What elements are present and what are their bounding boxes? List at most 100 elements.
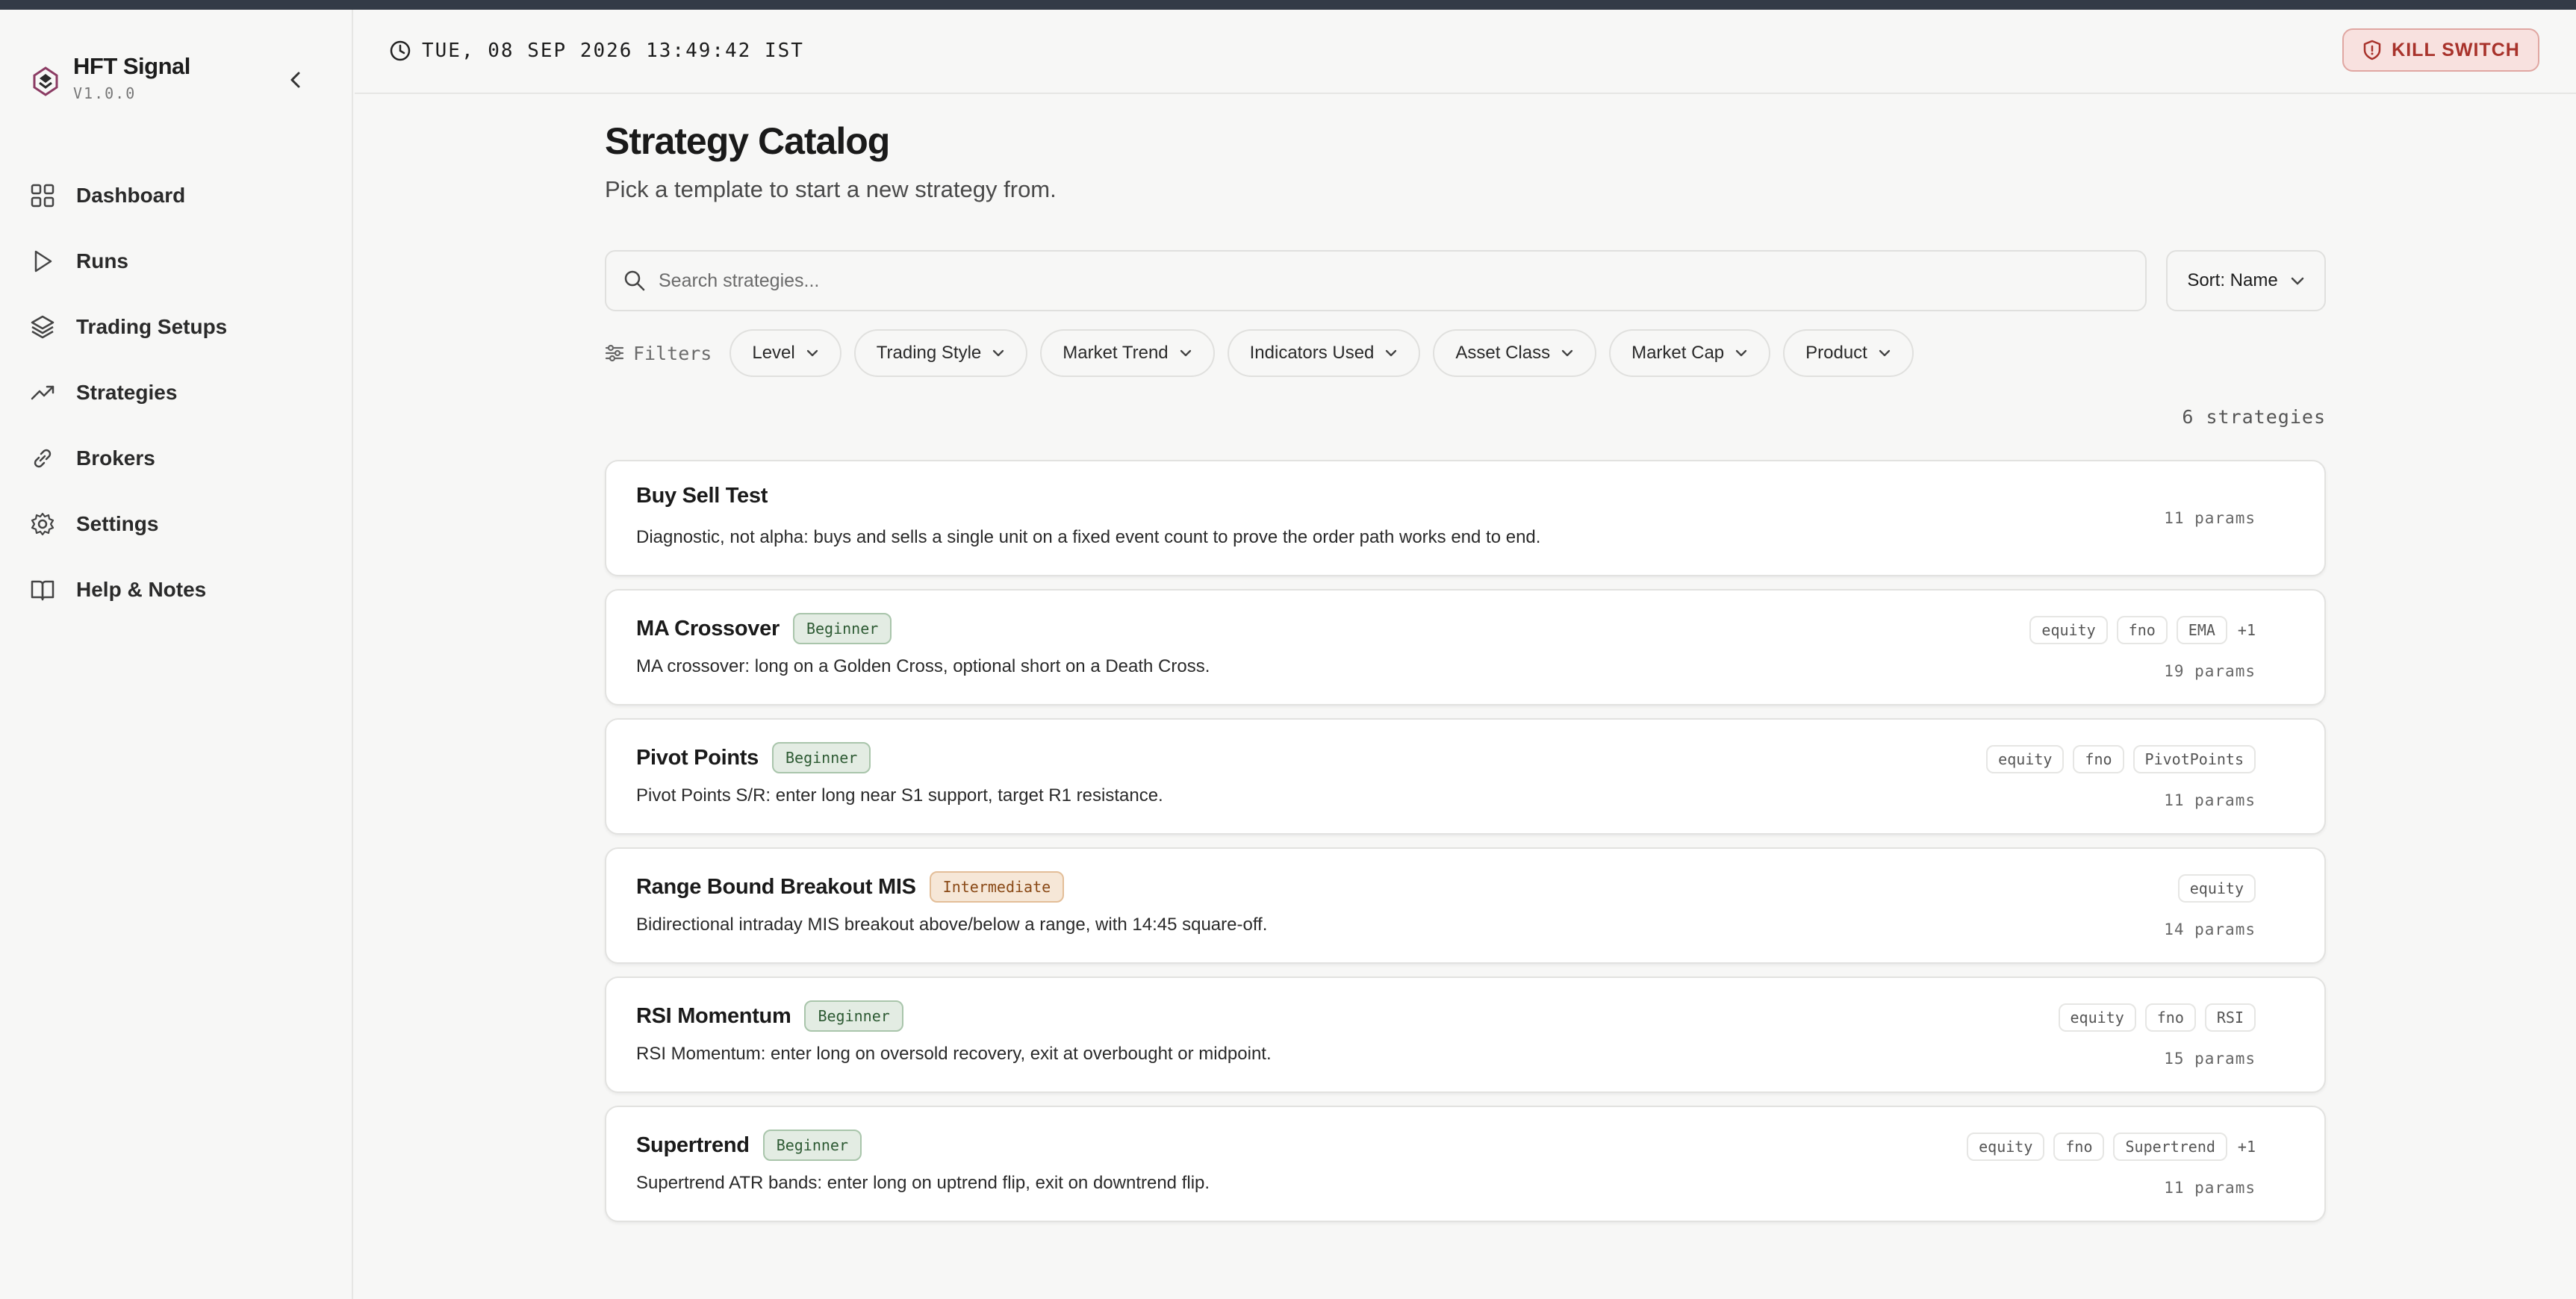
chevron-down-icon [1879,349,1891,357]
main-content: Strategy Catalog Pick a template to star… [605,119,2326,1222]
sidebar-item-label: Settings [76,512,159,535]
chevron-down-icon [2291,277,2303,285]
strategy-name: MA Crossover [636,616,780,641]
sidebar-item-dashboard[interactable]: Dashboard [30,163,329,228]
shield-alert-icon [2363,40,2381,60]
top-header: TUE, 08 SEP 2026 13:49:42 IST KILL SWITC… [355,10,2576,94]
tag: RSI [2204,1003,2256,1032]
sidebar: HFT Signal V1.0.0 Dashboard Runs Trading… [0,10,353,1299]
card-title-row: Pivot Points Beginner [636,742,871,773]
sidebar-item-label: Strategies [76,381,178,404]
clock-icon [390,40,411,61]
tag: fno [2144,1003,2196,1032]
sidebar-nav: Dashboard Runs Trading Setups Strategies [30,163,329,623]
collapse-sidebar-button[interactable] [284,68,308,92]
level-badge: Beginner [804,1000,903,1032]
level-badge: Beginner [771,742,871,773]
tag: fno [2053,1133,2105,1161]
filter-chip-level[interactable]: Level [729,329,841,377]
book-icon [31,580,55,601]
sort-label: Sort: Name [2187,270,2278,290]
filters-label-text: Filters [633,342,712,364]
filter-chip-asset-class[interactable]: Asset Class [1433,329,1597,377]
chevron-left-icon [290,72,300,88]
strategy-params: 11 params [2164,1179,2256,1197]
strategy-params: 11 params [2164,791,2256,809]
strategy-params: 15 params [2164,1050,2256,1068]
filter-chip-label: Market Trend [1063,343,1169,363]
page-title: Strategy Catalog [605,120,890,162]
sort-dropdown[interactable]: Sort: Name [2166,250,2326,311]
level-badge: Intermediate [929,871,1065,903]
filter-chip-market-trend[interactable]: Market Trend [1040,329,1215,377]
strategy-description: Pivot Points S/R: enter long near S1 sup… [636,785,1163,806]
tag: fno [2116,616,2168,644]
link-icon [34,449,52,468]
tag: equity [2029,616,2108,644]
filter-chip-label: Market Cap [1631,343,1725,363]
strategy-params: 14 params [2164,920,2256,938]
sliders-icon [605,344,624,362]
search-icon [624,270,645,291]
chevron-down-icon [806,349,818,357]
tag: equity [1986,745,2065,773]
chevron-down-icon [1735,349,1747,357]
strategy-description: Bidirectional intraday MIS breakout abov… [636,915,1268,935]
strategy-card-ma-crossover[interactable]: MA Crossover Beginner MA crossover: long… [605,589,2326,705]
strategy-description: RSI Momentum: enter long on oversold rec… [636,1044,1272,1064]
strategy-list: Buy Sell Test Diagnostic, not alpha: buy… [605,460,2326,1235]
strategy-card-supertrend[interactable]: Supertrend Beginner Supertrend ATR bands… [605,1106,2326,1222]
filter-chip-product[interactable]: Product [1783,329,1914,377]
strategy-card-pivot-points[interactable]: Pivot Points Beginner Pivot Points S/R: … [605,718,2326,835]
trending-up-icon [31,385,55,400]
sidebar-item-strategies[interactable]: Strategies [30,360,329,426]
card-title-row: Supertrend Beginner [636,1130,862,1161]
strategy-name: Range Bound Breakout MIS [636,874,916,899]
logo-icon [33,66,58,96]
strategy-name: Buy Sell Test [636,484,768,508]
filter-chip-label: Trading Style [876,343,982,363]
layers-icon [31,315,55,339]
strategy-description: MA crossover: long on a Golden Cross, op… [636,656,1210,676]
brand[interactable]: HFT Signal V1.0.0 [33,47,190,102]
filter-chip-label: Product [1805,343,1867,363]
tag-list: equity [2169,874,2256,903]
chevron-down-icon [1561,349,1573,357]
sidebar-item-brokers[interactable]: Brokers [30,426,329,491]
filter-chip-indicators-used[interactable]: Indicators Used [1227,329,1421,377]
search-input[interactable] [659,270,2077,292]
tag: equity [1967,1133,2045,1161]
gear-icon [31,512,55,536]
strategy-card-rsi-momentum[interactable]: RSI Momentum Beginner RSI Momentum: ente… [605,976,2326,1093]
sidebar-item-runs[interactable]: Runs [30,228,329,294]
grid-icon [31,184,55,208]
tag: equity [2177,874,2256,903]
strategy-params: 11 params [2164,509,2256,527]
filter-chip-label: Indicators Used [1249,343,1375,363]
tag: Supertrend [2113,1133,2227,1161]
filter-chip-label: Level [752,343,795,363]
tag-list: equity fno EMA +1 [2020,616,2256,644]
strategy-card-range-bound-breakout-mis[interactable]: Range Bound Breakout MIS Intermediate Bi… [605,847,2326,964]
sidebar-item-trading-setups[interactable]: Trading Setups [30,294,329,360]
sidebar-item-settings[interactable]: Settings [30,491,329,557]
sidebar-item-label: Brokers [76,446,155,470]
search-box[interactable] [605,250,2147,311]
tag: fno [2073,745,2124,773]
sidebar-item-label: Runs [76,249,128,272]
strategy-card-buy-sell-test[interactable]: Buy Sell Test Diagnostic, not alpha: buy… [605,460,2326,576]
filters-label: Filters [605,343,712,364]
filter-chip-trading-style[interactable]: Trading Style [853,329,1028,377]
tag: equity [2058,1003,2136,1032]
strategy-count: 6 strategies [2182,406,2326,428]
search-row: Sort: Name [605,250,2326,311]
kill-switch-button[interactable]: KILL SWITCH [2342,28,2539,72]
play-icon [34,250,52,272]
strategy-description: Supertrend ATR bands: enter long on uptr… [636,1173,1210,1193]
tag: EMA [2176,616,2227,644]
filter-chip-market-cap[interactable]: Market Cap [1609,329,1771,377]
tag: PivotPoints [2132,745,2256,773]
clock: TUE, 08 SEP 2026 13:49:42 IST [389,40,804,62]
card-title-row: Range Bound Breakout MIS Intermediate [636,871,1065,903]
sidebar-item-help-notes[interactable]: Help & Notes [30,557,329,623]
